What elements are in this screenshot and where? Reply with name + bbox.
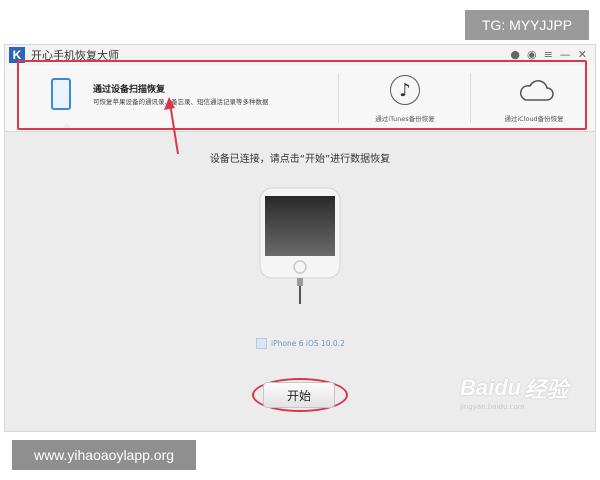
baidu-logo-text: Baidu [460,375,522,400]
device-name-text: iPhone 6 iOS 10.0.2 [271,339,345,348]
start-button[interactable]: 开始 [263,382,335,408]
url-watermark: www.yihaoaoylapp.org [12,440,196,470]
iphone-device-icon [259,187,341,304]
jingyan-logo-text: 经验 [524,377,569,402]
baidu-jingyan-logo: Baidu 经验 [460,372,568,404]
status-message: 设备已连接，请点击“开始”进行数据恢复 [209,154,391,165]
device-checkbox[interactable] [256,338,267,349]
device-label[interactable]: iPhone 6 iOS 10.0.2 [256,338,345,349]
baidu-url: jingyan.baidu.com [460,403,525,411]
